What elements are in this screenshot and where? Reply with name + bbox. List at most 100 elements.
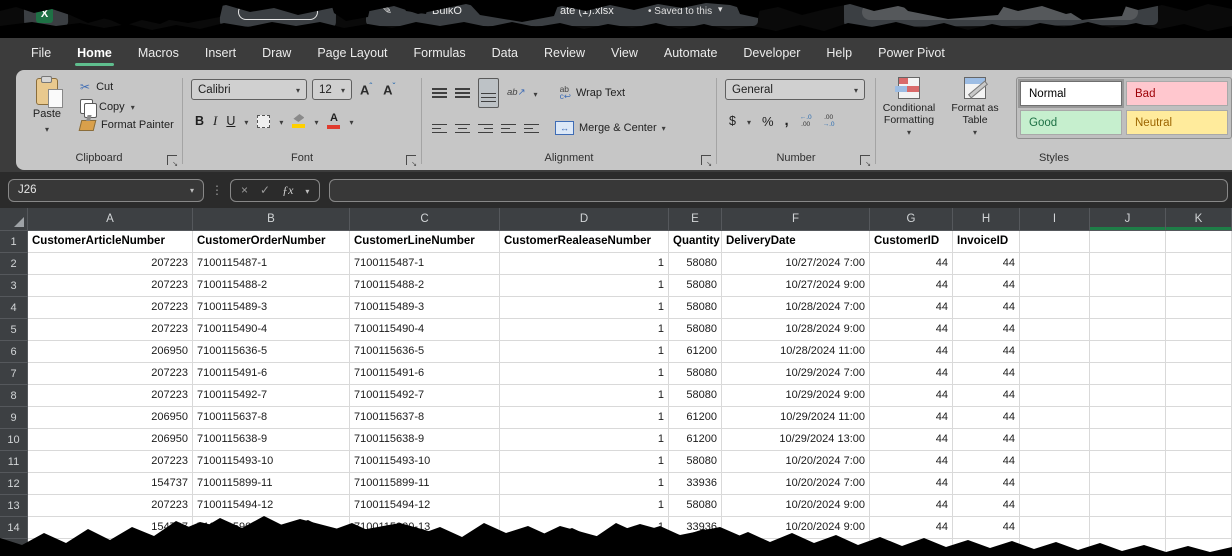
cell-G9[interactable]: 44 (870, 407, 953, 429)
cell-A[interactable] (28, 539, 193, 556)
cell-J12[interactable] (1090, 473, 1166, 495)
cell-E13[interactable]: 58080 (669, 495, 722, 517)
alignment-dialog-launcher-icon[interactable] (701, 155, 711, 165)
row-header-5[interactable]: 5 (0, 319, 28, 341)
row-header-11[interactable]: 11 (0, 451, 28, 473)
align-left-button[interactable] (432, 121, 447, 136)
column-header-F[interactable]: F (722, 208, 870, 231)
row-header-3[interactable]: 3 (0, 275, 28, 297)
formula-input[interactable] (329, 179, 1228, 202)
cell-E1[interactable]: Quantity (669, 231, 722, 253)
cell-E14[interactable]: 33936 (669, 517, 722, 539)
chevron-down-icon[interactable] (314, 112, 318, 130)
cell-C4[interactable]: 7100115489-3 (350, 297, 500, 319)
cell-A8[interactable]: 207223 (28, 385, 193, 407)
cell-D9[interactable]: 1 (500, 407, 669, 429)
cell-I2[interactable] (1020, 253, 1090, 275)
tab-draw[interactable]: Draw (249, 38, 304, 68)
chevron-down-icon[interactable] (349, 112, 353, 130)
cell-K5[interactable] (1166, 319, 1232, 341)
paste-button[interactable]: Paste (24, 78, 70, 135)
cell-I3[interactable] (1020, 275, 1090, 297)
orientation-button[interactable]: ab (507, 87, 526, 98)
column-header-C[interactable]: C (350, 208, 500, 231)
row-header-14[interactable]: 14 (0, 517, 28, 539)
cell-D6[interactable]: 1 (500, 341, 669, 363)
cell-H8[interactable]: 44 (953, 385, 1020, 407)
cell-B1[interactable]: CustomerOrderNumber (193, 231, 350, 253)
cell-H12[interactable]: 44 (953, 473, 1020, 495)
cell-H5[interactable]: 44 (953, 319, 1020, 341)
tab-review[interactable]: Review (531, 38, 598, 68)
cell-C11[interactable]: 7100115493-10 (350, 451, 500, 473)
row-header-8[interactable]: 8 (0, 385, 28, 407)
cell-G[interactable] (870, 539, 953, 556)
top-align-button[interactable] (432, 85, 447, 100)
chevron-down-icon[interactable] (279, 112, 283, 130)
cell-K9[interactable] (1166, 407, 1232, 429)
cell-C3[interactable]: 7100115488-2 (350, 275, 500, 297)
cell-style-normal[interactable]: Normal (1020, 81, 1122, 106)
cell-B8[interactable]: 7100115492-7 (193, 385, 350, 407)
drag-handle-icon[interactable] (211, 183, 223, 197)
column-header-J[interactable]: J (1090, 208, 1166, 231)
cell-G12[interactable]: 44 (870, 473, 953, 495)
cell-K12[interactable] (1166, 473, 1232, 495)
cell-D7[interactable]: 1 (500, 363, 669, 385)
cell-G6[interactable]: 44 (870, 341, 953, 363)
format-as-table-button[interactable]: Format as Table (942, 70, 1008, 139)
cell-D8[interactable]: 1 (500, 385, 669, 407)
cell-F3[interactable]: 10/27/2024 9:00 (722, 275, 870, 297)
decrease-indent-button[interactable] (501, 121, 516, 136)
cell-B3[interactable]: 7100115488-2 (193, 275, 350, 297)
cell-I10[interactable] (1020, 429, 1090, 451)
cell-F[interactable] (722, 539, 870, 556)
cell-E7[interactable]: 58080 (669, 363, 722, 385)
cell-D11[interactable]: 1 (500, 451, 669, 473)
cell-H14[interactable]: 44 (953, 517, 1020, 539)
cell-F4[interactable]: 10/28/2024 7:00 (722, 297, 870, 319)
cell-K13[interactable] (1166, 495, 1232, 517)
underline-button[interactable]: U (226, 114, 235, 128)
cell-G7[interactable]: 44 (870, 363, 953, 385)
row-header-4[interactable]: 4 (0, 297, 28, 319)
cell-E5[interactable]: 58080 (669, 319, 722, 341)
cell-K2[interactable] (1166, 253, 1232, 275)
cell-J5[interactable] (1090, 319, 1166, 341)
cell-J11[interactable] (1090, 451, 1166, 473)
cell-K7[interactable] (1166, 363, 1232, 385)
chevron-down-icon[interactable] (244, 112, 248, 130)
number-format-select[interactable]: General (725, 79, 865, 100)
cell-G4[interactable]: 44 (870, 297, 953, 319)
decrease-decimal-button[interactable] (823, 114, 835, 128)
merge-center-button[interactable]: Merge & Center (555, 121, 666, 135)
cell-A14[interactable]: 154737 (28, 517, 193, 539)
cell-C6[interactable]: 7100115636-5 (350, 341, 500, 363)
cell-D2[interactable]: 1 (500, 253, 669, 275)
cell-B13[interactable]: 7100115494-12 (193, 495, 350, 517)
cell-F13[interactable]: 10/20/2024 9:00 (722, 495, 870, 517)
cell-C7[interactable]: 7100115491-6 (350, 363, 500, 385)
cell-A2[interactable]: 207223 (28, 253, 193, 275)
cell-style-bad[interactable]: Bad (1126, 81, 1228, 106)
cell-K10[interactable] (1166, 429, 1232, 451)
tab-insert[interactable]: Insert (192, 38, 249, 68)
select-all-button[interactable] (0, 208, 28, 231)
cell-C[interactable] (350, 539, 500, 556)
cell-G2[interactable]: 44 (870, 253, 953, 275)
cell-J10[interactable] (1090, 429, 1166, 451)
cell-B9[interactable]: 7100115637-8 (193, 407, 350, 429)
cell-B2[interactable]: 7100115487-1 (193, 253, 350, 275)
cell-F5[interactable]: 10/28/2024 9:00 (722, 319, 870, 341)
cell-A12[interactable]: 154737 (28, 473, 193, 495)
middle-align-button[interactable] (455, 85, 470, 100)
name-box[interactable]: J26 (8, 179, 204, 202)
cut-button[interactable]: Cut (80, 80, 174, 94)
increase-font-size-button[interactable]: Aˆ (357, 82, 375, 97)
accounting-format-button[interactable]: $ (729, 114, 736, 128)
cell-D5[interactable]: 1 (500, 319, 669, 341)
cell-style-good[interactable]: Good (1020, 110, 1122, 135)
cell-D1[interactable]: CustomerRealeaseNumber (500, 231, 669, 253)
cell-H6[interactable]: 44 (953, 341, 1020, 363)
cell-G8[interactable]: 44 (870, 385, 953, 407)
